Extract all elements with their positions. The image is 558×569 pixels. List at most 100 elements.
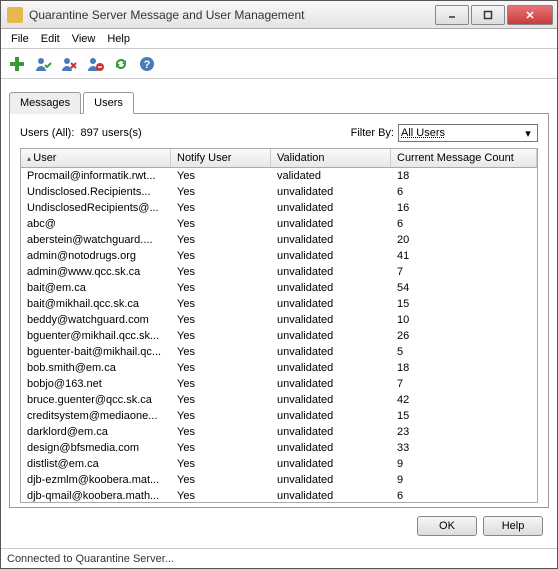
table-row[interactable]: bob.smith@em.caYesunvalidated18: [21, 360, 537, 376]
titlebar: Quarantine Server Message and User Manag…: [1, 1, 557, 29]
filter-dropdown[interactable]: All Users ▾: [398, 124, 538, 142]
table-row[interactable]: bobjo@163.netYesunvalidated7: [21, 376, 537, 392]
cell-user: bait@em.ca: [21, 281, 171, 295]
cell-user: bguenter@mikhail.qcc.sk...: [21, 329, 171, 343]
menu-help[interactable]: Help: [101, 31, 136, 47]
user-check-icon[interactable]: [33, 54, 53, 74]
table-row[interactable]: creditsystem@mediaone...Yesunvalidated15: [21, 408, 537, 424]
col-notify[interactable]: Notify User: [171, 149, 271, 167]
cell-count: 18: [391, 169, 537, 183]
col-count[interactable]: Current Message Count: [391, 149, 537, 167]
refresh-icon[interactable]: [111, 54, 131, 74]
svg-text:?: ?: [144, 59, 151, 71]
menu-file[interactable]: File: [5, 31, 35, 47]
tab-messages[interactable]: Messages: [9, 92, 81, 114]
cell-validation: unvalidated: [271, 281, 391, 295]
table-row[interactable]: bait@em.caYesunvalidated54: [21, 280, 537, 296]
user-cross-icon[interactable]: [59, 54, 79, 74]
cell-count: 20: [391, 233, 537, 247]
cell-count: 6: [391, 217, 537, 231]
cell-notify: Yes: [171, 297, 271, 311]
cell-validation: unvalidated: [271, 377, 391, 391]
cell-validation: unvalidated: [271, 361, 391, 375]
cell-validation: unvalidated: [271, 441, 391, 455]
maximize-button[interactable]: [471, 5, 505, 25]
cell-notify: Yes: [171, 313, 271, 327]
table-row[interactable]: Undisclosed.Recipients...Yesunvalidated6: [21, 184, 537, 200]
cell-validation: unvalidated: [271, 409, 391, 423]
cell-count: 6: [391, 489, 537, 503]
minimize-button[interactable]: [435, 5, 469, 25]
users-count: Users (All): 897 users(s): [20, 127, 351, 139]
cell-count: 23: [391, 425, 537, 439]
table-row[interactable]: Procmail@informatik.rwt...Yesvalidated18: [21, 168, 537, 184]
table-row[interactable]: djb-ezmlm@koobera.mat...Yesunvalidated9: [21, 472, 537, 488]
cell-count: 6: [391, 185, 537, 199]
cell-validation: unvalidated: [271, 185, 391, 199]
table-header: User Notify User Validation Current Mess…: [21, 149, 537, 168]
users-table[interactable]: User Notify User Validation Current Mess…: [20, 148, 538, 503]
table-row[interactable]: bait@mikhail.qcc.sk.caYesunvalidated15: [21, 296, 537, 312]
cell-notify: Yes: [171, 169, 271, 183]
cell-count: 9: [391, 457, 537, 471]
cell-count: 33: [391, 441, 537, 455]
help-icon[interactable]: ?: [137, 54, 157, 74]
cell-count: 10: [391, 313, 537, 327]
table-row[interactable]: admin@notodrugs.orgYesunvalidated41: [21, 248, 537, 264]
cell-validation: unvalidated: [271, 489, 391, 503]
cell-notify: Yes: [171, 457, 271, 471]
table-row[interactable]: abc@Yesunvalidated6: [21, 216, 537, 232]
table-row[interactable]: bguenter-bait@mikhail.qc...Yesunvalidate…: [21, 344, 537, 360]
table-row[interactable]: bguenter@mikhail.qcc.sk...Yesunvalidated…: [21, 328, 537, 344]
tab-users[interactable]: Users: [83, 92, 134, 114]
filter-row: Users (All): 897 users(s) Filter By: All…: [20, 124, 538, 142]
col-user[interactable]: User: [21, 149, 171, 167]
toolbar: ?: [1, 49, 557, 79]
statusbar: Connected to Quarantine Server...: [1, 548, 557, 568]
cell-notify: Yes: [171, 393, 271, 407]
cell-notify: Yes: [171, 329, 271, 343]
user-delete-icon[interactable]: [85, 54, 105, 74]
cell-validation: unvalidated: [271, 457, 391, 471]
cell-notify: Yes: [171, 473, 271, 487]
cell-validation: unvalidated: [271, 217, 391, 231]
tabs: Messages Users: [9, 91, 549, 113]
cell-validation: unvalidated: [271, 393, 391, 407]
app-icon: [7, 7, 23, 23]
cell-count: 54: [391, 281, 537, 295]
dialog-buttons: OK Help: [9, 508, 549, 544]
cell-count: 15: [391, 409, 537, 423]
cell-user: djb-qmail@koobera.math...: [21, 489, 171, 503]
table-row[interactable]: bruce.guenter@qcc.sk.caYesunvalidated42: [21, 392, 537, 408]
table-row[interactable]: aberstein@watchguard....Yesunvalidated20: [21, 232, 537, 248]
table-row[interactable]: admin@www.qcc.sk.caYesunvalidated7: [21, 264, 537, 280]
window-title: Quarantine Server Message and User Manag…: [29, 8, 435, 22]
table-row[interactable]: distlist@em.caYesunvalidated9: [21, 456, 537, 472]
table-body: Procmail@informatik.rwt...Yesvalidated18…: [21, 168, 537, 503]
cell-validation: unvalidated: [271, 265, 391, 279]
cell-validation: unvalidated: [271, 329, 391, 343]
table-row[interactable]: darklord@em.caYesunvalidated23: [21, 424, 537, 440]
col-validation[interactable]: Validation: [271, 149, 391, 167]
menu-view[interactable]: View: [66, 31, 102, 47]
table-row[interactable]: beddy@watchguard.comYesunvalidated10: [21, 312, 537, 328]
cell-notify: Yes: [171, 361, 271, 375]
window-buttons: [435, 5, 557, 25]
close-button[interactable]: [507, 5, 553, 25]
cell-user: abc@: [21, 217, 171, 231]
table-row[interactable]: djb-qmail@koobera.math...Yesunvalidated6: [21, 488, 537, 503]
chevron-down-icon: ▾: [521, 127, 535, 140]
menu-edit[interactable]: Edit: [35, 31, 66, 47]
cell-user: djb-ezmlm@koobera.mat...: [21, 473, 171, 487]
table-row[interactable]: design@bfsmedia.comYesunvalidated33: [21, 440, 537, 456]
ok-button[interactable]: OK: [417, 516, 477, 536]
cell-notify: Yes: [171, 441, 271, 455]
cell-user: bruce.guenter@qcc.sk.ca: [21, 393, 171, 407]
cell-user: bait@mikhail.qcc.sk.ca: [21, 297, 171, 311]
table-row[interactable]: UndisclosedRecipients@...Yesunvalidated1…: [21, 200, 537, 216]
cell-user: distlist@em.ca: [21, 457, 171, 471]
cell-validation: unvalidated: [271, 201, 391, 215]
add-icon[interactable]: [7, 54, 27, 74]
help-button[interactable]: Help: [483, 516, 543, 536]
menubar: File Edit View Help: [1, 29, 557, 49]
